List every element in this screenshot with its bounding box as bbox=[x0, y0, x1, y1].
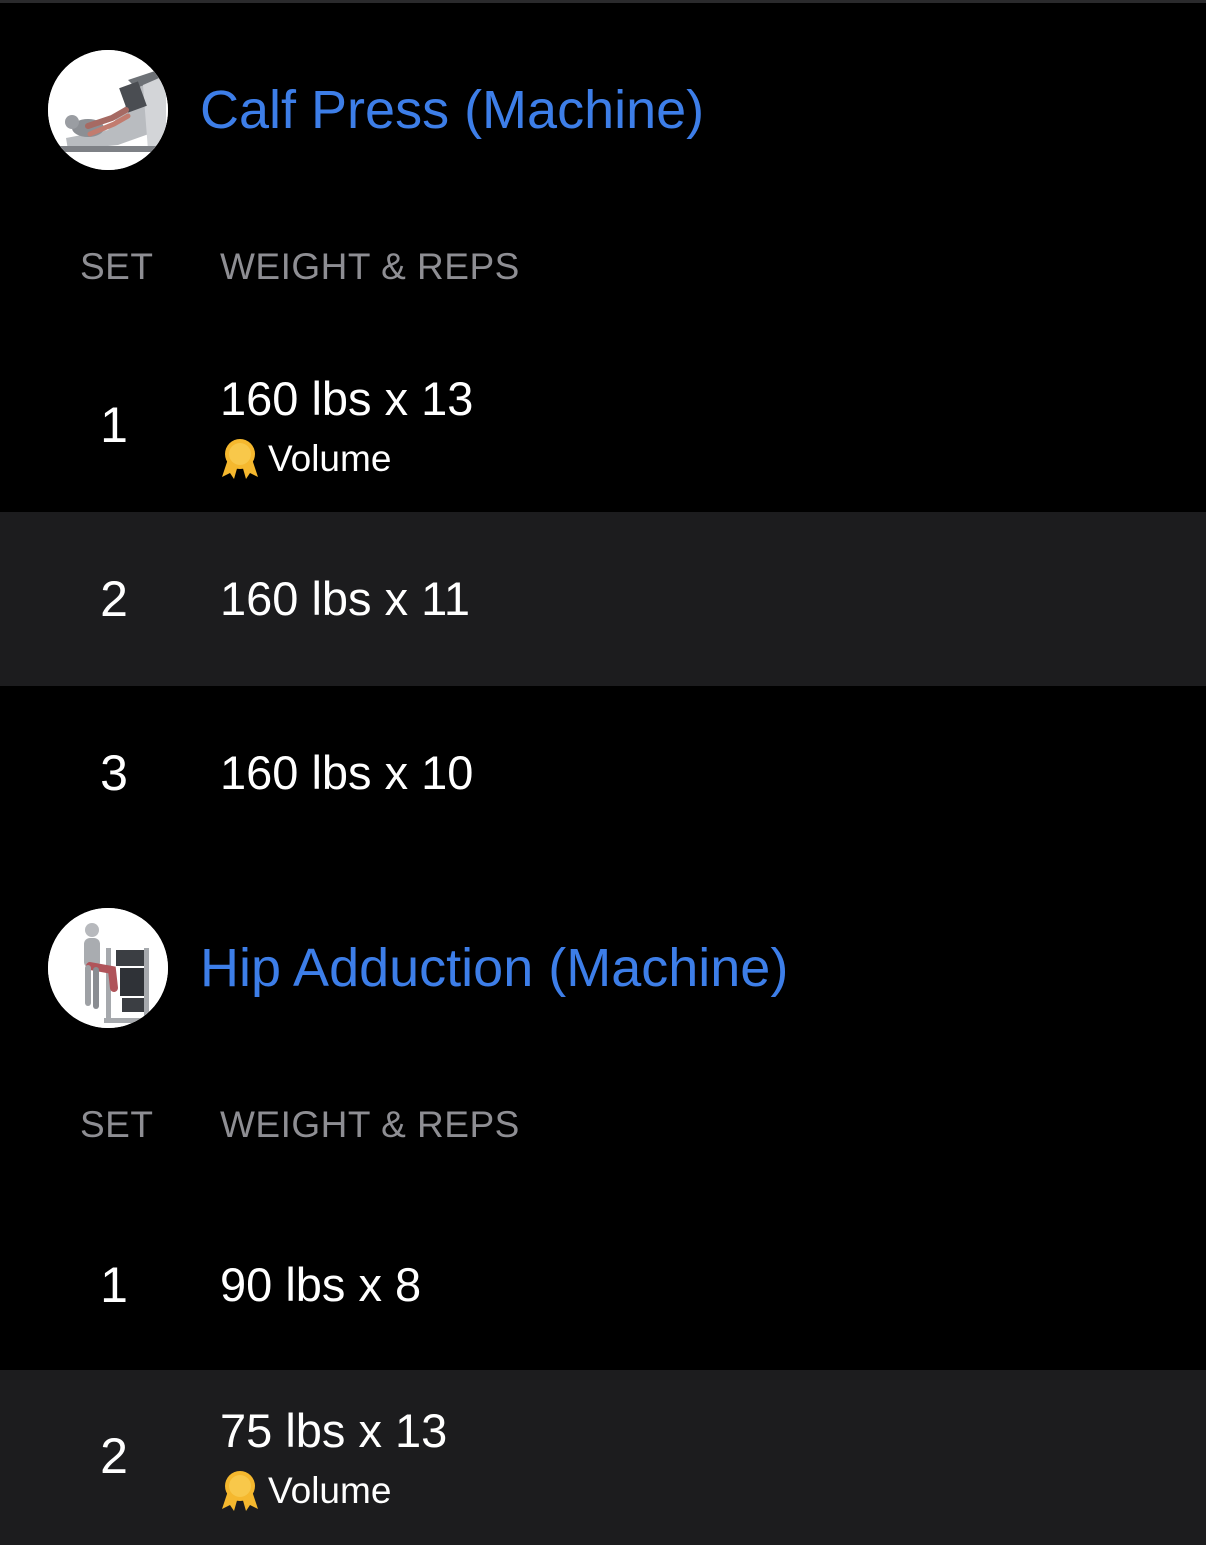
exercise-title[interactable]: Hip Adduction (Machine) bbox=[200, 938, 788, 998]
set-number: 1 bbox=[100, 397, 128, 453]
set-number: 2 bbox=[100, 571, 128, 627]
weight-reps-value: 160 lbs x 10 bbox=[220, 746, 474, 799]
personal-record-badge: Volume bbox=[220, 437, 391, 481]
column-header-weight-reps: WEIGHT & REPS bbox=[220, 1104, 520, 1145]
column-header-set: SET bbox=[80, 1104, 154, 1145]
exercise-header[interactable]: Calf Press (Machine) bbox=[0, 0, 1206, 170]
set-row: 1 160 lbs x 13 Volume bbox=[0, 340, 1206, 512]
personal-record-label: Volume bbox=[268, 1470, 392, 1511]
hip-adduction-machine-illustration-icon[interactable] bbox=[48, 908, 168, 1028]
weight-reps-value: 90 lbs x 8 bbox=[220, 1258, 422, 1311]
exercise-title[interactable]: Calf Press (Machine) bbox=[200, 80, 704, 140]
personal-record-label: Volume bbox=[268, 438, 392, 479]
medal-icon bbox=[220, 437, 260, 481]
set-number: 1 bbox=[100, 1257, 128, 1313]
medal-icon bbox=[220, 1469, 260, 1513]
weight-reps-value: 160 lbs x 13 bbox=[220, 372, 474, 425]
weight-reps-value: 75 lbs x 13 bbox=[220, 1404, 448, 1457]
set-row: 2 75 lbs x 13 Volume bbox=[0, 1370, 1206, 1545]
set-row: 3 160 lbs x 10 bbox=[0, 686, 1206, 860]
set-number: 2 bbox=[100, 1428, 128, 1484]
exercise-card-calf-press: Calf Press (Machine) SET WEIGHT & REPS 1… bbox=[0, 0, 1206, 860]
column-header-set: SET bbox=[80, 246, 154, 287]
set-row: 1 90 lbs x 8 bbox=[0, 1198, 1206, 1370]
calf-press-machine-illustration-icon[interactable] bbox=[48, 50, 168, 170]
exercise-card-hip-adduction: Hip Adduction (Machine) SET WEIGHT & REP… bbox=[0, 858, 1206, 1545]
column-header-weight-reps: WEIGHT & REPS bbox=[220, 246, 520, 287]
personal-record-badge: Volume bbox=[220, 1469, 391, 1513]
set-number: 3 bbox=[100, 745, 128, 801]
exercise-header[interactable]: Hip Adduction (Machine) bbox=[0, 858, 1206, 1028]
set-row: 2 160 lbs x 11 bbox=[0, 512, 1206, 686]
weight-reps-value: 160 lbs x 11 bbox=[220, 572, 470, 625]
